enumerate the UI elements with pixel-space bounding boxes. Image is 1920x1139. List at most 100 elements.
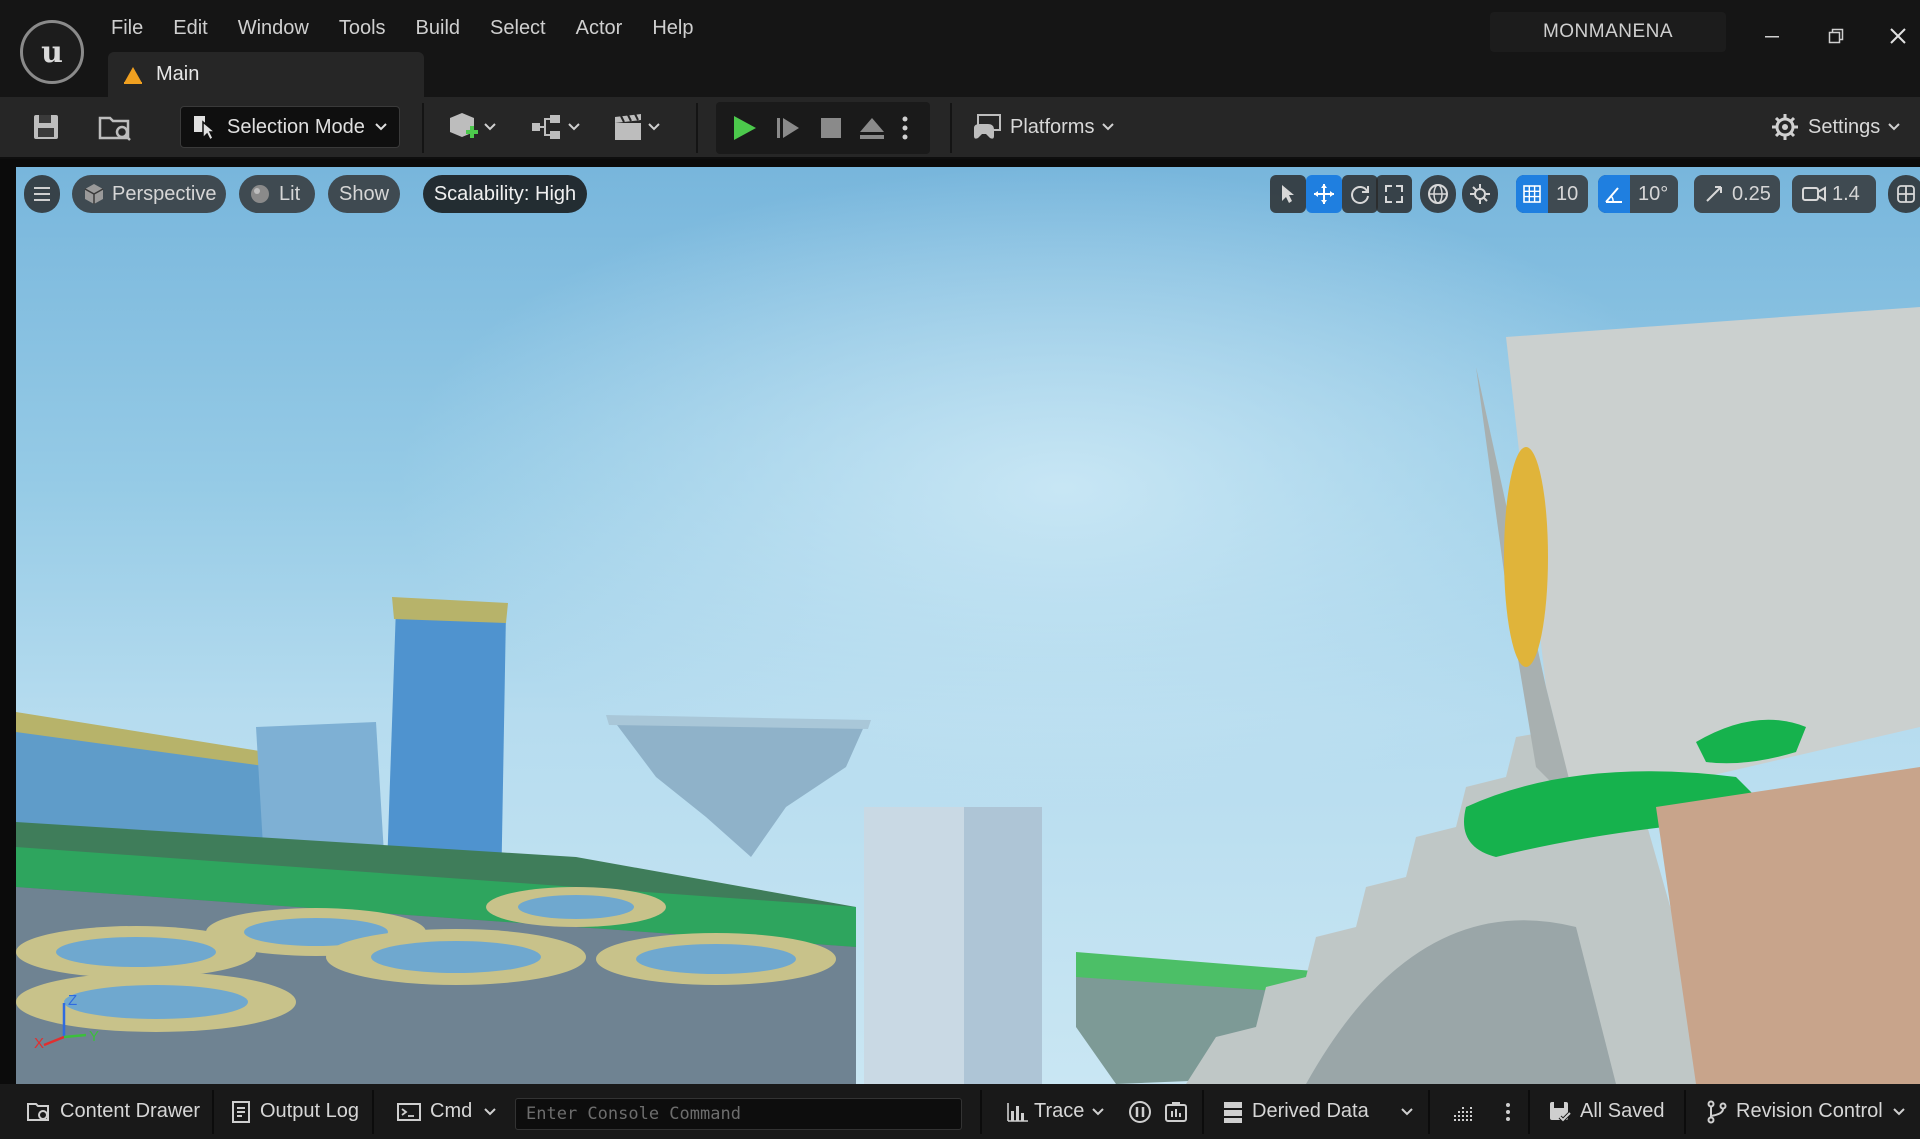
minimize-button[interactable] (1752, 16, 1792, 56)
scale-icon (1385, 185, 1403, 203)
settings-dropdown[interactable]: Settings (1770, 97, 1902, 157)
tab-main[interactable]: Main (108, 52, 424, 97)
output-log-label: Output Log (260, 1100, 359, 1122)
stop-button[interactable] (818, 102, 844, 154)
chevron-down-icon (568, 123, 580, 131)
add-actor-button[interactable] (446, 97, 498, 157)
trace-record-button[interactable] (1128, 1084, 1152, 1139)
save-icon (34, 115, 58, 139)
chevron-down-icon (484, 1107, 496, 1115)
toolbar-divider (950, 103, 952, 153)
chevron-down-icon (484, 123, 496, 131)
level-viewport[interactable]: Perspective Lit Show Scalability: High 1… (16, 167, 1920, 1084)
grid-snap-toggle[interactable]: 10 (1516, 175, 1588, 213)
show-dropdown[interactable]: Show (328, 175, 400, 213)
surface-snapping-button[interactable] (1462, 175, 1498, 213)
statusbar-divider (212, 1090, 214, 1134)
content-drawer-icon (27, 1102, 49, 1121)
content-drawer-label: Content Drawer (60, 1100, 201, 1122)
save-button[interactable] (30, 97, 62, 157)
viewport-options-button[interactable] (24, 175, 60, 213)
selection-mode-dropdown[interactable]: Selection Mode (180, 106, 400, 148)
clapperboard-icon (615, 113, 641, 140)
axis-x-label: X (34, 1035, 44, 1049)
axis-y-label: Y (89, 1028, 99, 1045)
add-actor-icon (450, 113, 478, 138)
unreal-logo-icon[interactable]: u (20, 20, 84, 84)
scale-arrow-icon (1706, 186, 1722, 202)
close-button[interactable] (1878, 16, 1918, 56)
camera-speed-dropdown[interactable]: 1.4 (1792, 175, 1876, 213)
scalability-indicator[interactable]: Scalability: High (423, 175, 587, 213)
camera-speed-value: 1.4 (1832, 182, 1860, 205)
menu-help[interactable]: Help (637, 14, 708, 42)
content-drawer-button[interactable]: Content Drawer (26, 1084, 200, 1139)
menu-actor[interactable]: Actor (561, 14, 638, 42)
eject-button[interactable] (858, 102, 886, 154)
scale-snap-toggle[interactable]: 0.25 (1694, 175, 1780, 213)
rotation-snap-value[interactable]: 10° (1638, 183, 1668, 206)
statusbar-more-button[interactable] (1504, 1084, 1512, 1139)
revision-control-dropdown[interactable]: Revision Control (1706, 1084, 1907, 1139)
frame-advance-icon (777, 118, 799, 138)
grid-snap-button[interactable] (1516, 175, 1548, 213)
cmd-label: Cmd (430, 1100, 473, 1122)
statusbar-divider (1202, 1090, 1204, 1134)
save-all-button[interactable]: All Saved (1548, 1084, 1665, 1139)
menu-file[interactable]: File (96, 14, 158, 42)
lit-label: Lit (279, 182, 301, 205)
play-options-button[interactable] (900, 102, 910, 154)
chevron-down-icon (375, 123, 387, 131)
perspective-dropdown[interactable]: Perspective (72, 175, 226, 213)
tab-main-label: Main (156, 63, 200, 85)
derived-data-dropdown[interactable]: Derived Data (1222, 1084, 1415, 1139)
play-controls (716, 102, 930, 154)
coordinate-system-button[interactable] (1420, 175, 1456, 213)
menu-build[interactable]: Build (401, 14, 475, 42)
menu-tools[interactable]: Tools (324, 14, 401, 42)
console-command-input[interactable] (515, 1098, 962, 1130)
blueprints-button[interactable] (530, 97, 582, 157)
trace-snapshot-button[interactable] (1164, 1084, 1188, 1139)
camera-icon (1802, 186, 1826, 202)
select-tool-button[interactable] (1270, 175, 1306, 213)
rotation-snap-toggle[interactable]: 10° (1598, 175, 1678, 213)
cmd-dropdown[interactable]: Cmd (396, 1084, 498, 1139)
trace-dropdown[interactable]: Trace (1006, 1084, 1106, 1139)
chevron-down-icon (1102, 123, 1115, 131)
statusbar-divider (980, 1090, 982, 1134)
layout-grid-icon (1897, 185, 1915, 203)
scale-snap-value[interactable]: 0.25 (1732, 183, 1771, 206)
derived-data-activity-indicator[interactable] (1452, 1084, 1474, 1139)
blueprint-icon (532, 115, 560, 139)
restore-icon (1828, 28, 1844, 44)
menu-select[interactable]: Select (475, 14, 561, 42)
status-bar: Content Drawer Output Log Cmd Trace (0, 1084, 1920, 1139)
grid-snap-value[interactable]: 10 (1556, 183, 1578, 206)
menu-window[interactable]: Window (223, 14, 324, 42)
advance-frame-button[interactable] (774, 102, 802, 154)
activity-icon (1454, 1104, 1472, 1121)
restore-button[interactable] (1816, 16, 1856, 56)
snapshot-icon (1165, 1101, 1187, 1122)
browse-content-button[interactable] (97, 97, 133, 157)
translate-tool-button[interactable] (1306, 175, 1342, 213)
scalability-label: Scalability: High (433, 182, 577, 205)
output-log-button[interactable]: Output Log (230, 1084, 359, 1139)
viewport-layout-button[interactable] (1888, 175, 1920, 213)
gear-icon (1772, 114, 1798, 140)
database-icon (1224, 1101, 1242, 1123)
rotation-snap-button[interactable] (1598, 175, 1630, 213)
rotate-tool-button[interactable] (1342, 175, 1378, 213)
chevron-down-icon (1092, 1107, 1105, 1115)
scale-tool-button[interactable] (1376, 175, 1412, 213)
saved-check-icon (1550, 1101, 1572, 1123)
view-mode-dropdown[interactable]: Lit (239, 175, 315, 213)
play-button[interactable] (730, 102, 758, 154)
perspective-label: Perspective (112, 182, 217, 205)
surface-snap-icon (1470, 184, 1490, 204)
menu-edit[interactable]: Edit (158, 14, 222, 42)
all-saved-label: All Saved (1580, 1100, 1665, 1122)
platforms-dropdown[interactable]: Platforms (972, 97, 1116, 157)
cinematics-button[interactable] (612, 97, 662, 157)
